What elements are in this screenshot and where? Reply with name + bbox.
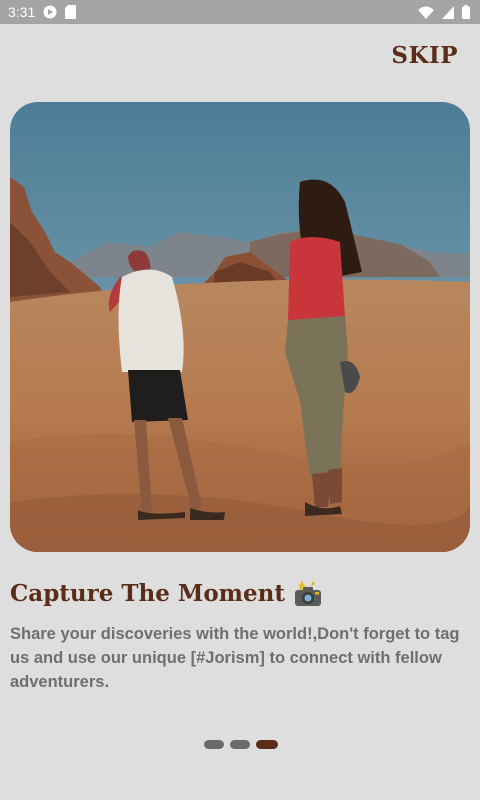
status-time: 3:31 [8,4,36,20]
page-dot-3-active[interactable] [256,740,278,749]
page-dot-2[interactable] [230,740,250,749]
cell-signal-icon [442,5,454,19]
camera-flash-icon [293,580,323,607]
page-indicator [204,740,278,749]
status-left: 3:31 [8,4,77,20]
title-row: Capture The Moment [10,580,323,607]
skip-button[interactable]: SKIP [391,42,458,69]
wifi-icon [418,6,434,19]
sd-card-icon [65,5,77,19]
onboarding-description: Share your discoveries with the world!,D… [10,625,460,691]
page-dot-1[interactable] [204,740,224,749]
status-bar: 3:31 [0,0,480,24]
play-protect-icon [43,5,57,19]
battery-icon [462,5,470,19]
hero-image [10,102,470,552]
status-right [418,5,470,19]
onboarding-title: Capture The Moment [10,580,285,607]
